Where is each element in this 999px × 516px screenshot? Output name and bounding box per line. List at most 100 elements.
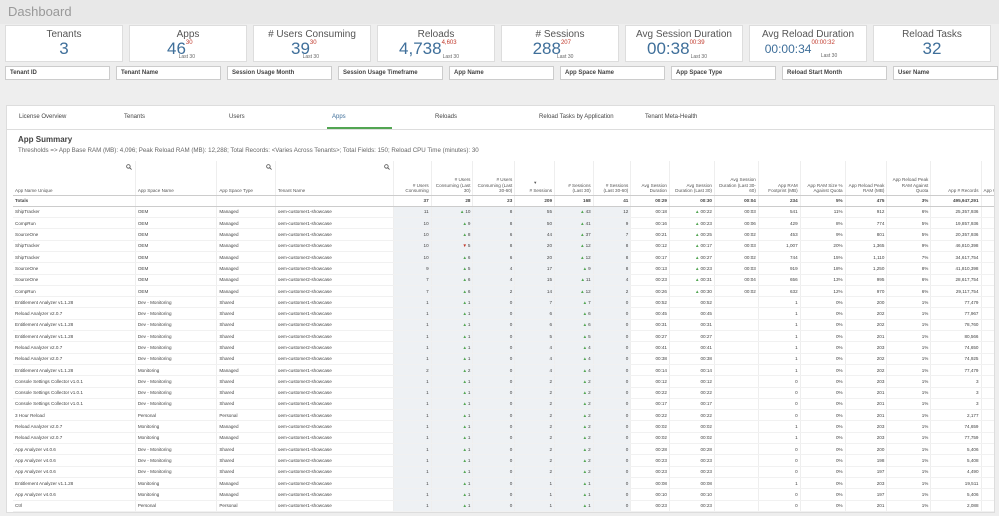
column-header--users-consuming-last-30-60-[interactable]: # Users Consuming (Last 30-60) bbox=[472, 161, 516, 196]
table-cell: ▲2 bbox=[554, 466, 594, 478]
column-header-app-records[interactable]: App # Records bbox=[930, 161, 982, 196]
column-header-app-reload-peak-ram-against-quota[interactable]: App Reload Peak RAM Against Quota bbox=[886, 161, 932, 196]
filter-bar: Tenant ID Tenant Name Session Usage Month S… bbox=[5, 66, 998, 81]
search-icon[interactable] bbox=[126, 164, 132, 170]
table-cell: 00:29 bbox=[630, 195, 670, 207]
table-cell: Personal bbox=[135, 409, 218, 422]
table-row[interactable]: App Analyzer v4.0.6 Dev - Monitoring Share… bbox=[13, 466, 994, 478]
kpi-tile[interactable]: Avg Reload Duration 00:00:3400:00:32 Last … bbox=[749, 25, 867, 62]
table-row[interactable]: Reload Analyzer v2.0.7 Dev - Monitoring Sh… bbox=[13, 307, 994, 320]
table-cell: ▲37 bbox=[554, 228, 594, 241]
table-row[interactable]: ShipTracker OEM Managed oem-customer3-showc… bbox=[13, 240, 994, 252]
table-cell: ▲1 bbox=[431, 375, 474, 388]
table-cell: 2 bbox=[514, 454, 556, 467]
filter-reload-start-month[interactable]: Reload Start Month bbox=[782, 66, 887, 80]
table-row[interactable]: Entitlement Analyzer v1.1.28 Dev - Monito… bbox=[13, 330, 994, 343]
tab-reloads[interactable]: Reloads bbox=[435, 114, 457, 120]
totals-row[interactable]: Totals 37 28 23 209 168 41 00:29 00:30 00:04 234 5%… bbox=[13, 195, 994, 207]
column-header-avg-session-duration-last-30-60-[interactable]: Avg Session Duration (Last 30-60) bbox=[714, 161, 759, 196]
trend-up-icon: ▲ bbox=[694, 277, 700, 283]
table-row[interactable]: CompRun OEM Managed oem-customer2-showcase 7… bbox=[13, 285, 994, 298]
kpi-tile[interactable]: Apps 4630Last 30 bbox=[129, 25, 247, 62]
trend-up-icon: ▲ bbox=[582, 401, 588, 407]
sort-descending-icon[interactable]: ▼ bbox=[533, 180, 537, 186]
table-row[interactable]: Entitlement Analyzer v1.1.28 Dev - Monito… bbox=[13, 319, 994, 332]
column-header-avg-session-duration-last-30-[interactable]: Avg Session Duration (Last 30) bbox=[669, 161, 715, 196]
column-header-avg-session-duration[interactable]: Avg Session Duration bbox=[630, 161, 670, 196]
tab-users[interactable]: Users bbox=[229, 114, 245, 120]
table-cell: Managed bbox=[216, 274, 276, 286]
column-header-app-ram-footprint-mb-[interactable]: App RAM Footprint (MB) bbox=[758, 161, 801, 196]
kpi-tile[interactable]: # Users Consuming 3930Last 30 bbox=[253, 25, 371, 62]
table-row[interactable]: SourceOne OEM Managed oem-customer1-showcas… bbox=[13, 228, 994, 241]
column-header--sessions-last-30-60-[interactable]: # Sessions (Last 30-60) bbox=[593, 161, 632, 196]
column-header-app-tables[interactable]: App # Tables bbox=[981, 161, 994, 196]
kpi-tile[interactable]: Tenants 3 bbox=[5, 25, 123, 62]
table-row[interactable]: App Analyzer v4.0.6 Dev - Monitoring Share… bbox=[13, 443, 994, 456]
table-row[interactable]: Console Settings Collector v1.0.1 Dev - M… bbox=[13, 375, 994, 388]
table-row[interactable]: Reload Analyzer v2.0.7 Monitoring Managed o… bbox=[13, 432, 994, 445]
table-row[interactable]: Entitlement Analyzer v1.1.28 Monitoring Ma… bbox=[13, 477, 994, 490]
table-cell: oem-customer1-showcase bbox=[275, 432, 395, 445]
table-cell: 00:06 bbox=[714, 217, 759, 230]
column-header-app-name-unique[interactable]: App Name Unique bbox=[13, 161, 136, 196]
table-row[interactable]: SourceOne OEM Managed oem-customer3-showcas… bbox=[13, 262, 994, 275]
filter-app-space-type[interactable]: App Space Type bbox=[671, 66, 776, 80]
table-row[interactable]: App Analyzer v4.0.6 Monitoring Managed oem-… bbox=[13, 488, 994, 501]
filter-app-name[interactable]: App Name bbox=[449, 66, 554, 80]
table-row[interactable]: Reload Analyzer v2.0.7 Dev - Monitoring Sh… bbox=[13, 341, 994, 354]
column-header-app-space-name[interactable]: App Space Name bbox=[135, 161, 218, 196]
column-header--users-consuming-last-30-[interactable]: # Users Consuming (Last 30) bbox=[431, 161, 474, 196]
table-row[interactable]: ShipTracker OEM Managed oem-customer2-showc… bbox=[13, 251, 994, 264]
table-cell: 0% bbox=[800, 364, 846, 377]
table-row[interactable]: App Analyzer v4.0.6 Dev - Monitoring Share… bbox=[13, 454, 994, 467]
tab-tenant-meta-health[interactable]: Tenant Meta-Health bbox=[645, 114, 697, 120]
column-header--users-consuming[interactable]: # Users Consuming bbox=[393, 161, 432, 196]
filter-tenant-name[interactable]: Tenant Name bbox=[116, 66, 221, 80]
tab-reload-tasks-by-application[interactable]: Reload Tasks by Application bbox=[539, 114, 614, 120]
filter-tenant-id[interactable]: Tenant ID bbox=[5, 66, 110, 80]
column-header-app-ram-size-against-quota[interactable]: App RAM Size % Against Quota bbox=[800, 161, 846, 196]
tab-apps[interactable]: Apps bbox=[332, 114, 346, 120]
kpi-tile[interactable]: Reloads 4,7384,603Last 30 bbox=[377, 25, 495, 62]
table-row[interactable]: 3 Hour Reload Personal Personal oem-custome… bbox=[13, 409, 994, 422]
table-row[interactable]: Reload Analyzer v2.0.7 Dev - Monitoring Sh… bbox=[13, 353, 994, 365]
kpi-tile[interactable]: Reload Tasks 32 bbox=[873, 25, 991, 62]
filter-user-name[interactable]: User Name bbox=[893, 66, 998, 80]
table-row[interactable]: Reload Analyzer v2.0.7 Monitoring Managed o… bbox=[13, 420, 994, 433]
table-row[interactable]: ShipTracker OEM Managed oem-customer1-showc… bbox=[13, 206, 994, 219]
table-cell: 0% bbox=[800, 319, 846, 332]
tab-tenants[interactable]: Tenants bbox=[124, 114, 145, 120]
table-cell: 8 bbox=[472, 206, 516, 219]
filter-app-space-name[interactable]: App Space Name bbox=[560, 66, 665, 80]
table-cell: 00:04 bbox=[714, 195, 759, 207]
table-cell: 0% bbox=[800, 477, 846, 490]
search-icon[interactable] bbox=[384, 164, 390, 170]
table-cell: ▲1 bbox=[431, 432, 474, 445]
filter-session-usage-month[interactable]: Session Usage Month bbox=[227, 66, 332, 80]
column-header--sessions[interactable]: # Sessions ▼ bbox=[514, 161, 556, 196]
kpi-tile[interactable]: # Sessions 288207Last 30 bbox=[501, 25, 619, 62]
table-row[interactable]: Ctrl Personal Personal oem-customer1-showca… bbox=[13, 500, 994, 512]
table-row[interactable]: SourceOne OEM Managed oem-customer2-showcas… bbox=[13, 274, 994, 286]
table-row[interactable]: Entitlement Analyzer v1.1.28 Monitoring Ma… bbox=[13, 364, 994, 377]
column-header-app-space-type[interactable]: App Space Type bbox=[216, 161, 276, 196]
column-header--sessions-last-30-[interactable]: # Sessions (Last 30) bbox=[554, 161, 594, 196]
column-header-tenant-name[interactable]: Tenant Name bbox=[275, 161, 395, 196]
table-row[interactable]: Entitlement Analyzer v1.1.28 Dev - Monito… bbox=[13, 296, 994, 309]
filter-session-usage-timeframe[interactable]: Session Usage Timeframe bbox=[338, 66, 443, 80]
table-cell: App Analyzer v4.0.6 bbox=[13, 454, 136, 467]
table-cell: 29,117,754 bbox=[930, 285, 982, 298]
table-row[interactable]: CompRun OEM Managed oem-customer1-showcase 1… bbox=[13, 217, 994, 230]
kpi-tile[interactable]: Avg Session Duration 00:3800:39Last 30 bbox=[625, 25, 743, 62]
column-header-app-reload-peak-ram-mb-[interactable]: App Reload Peak RAM (MB) bbox=[845, 161, 888, 196]
table-row[interactable]: Console Settings Collector v1.0.1 Dev - M… bbox=[13, 387, 994, 399]
search-icon[interactable] bbox=[266, 164, 272, 170]
table-cell: 14 bbox=[514, 285, 556, 298]
tab-license-overview[interactable]: License Overview bbox=[19, 114, 66, 120]
table-cell: 1 bbox=[393, 353, 432, 365]
trend-up-icon: ▲ bbox=[582, 367, 588, 373]
table-cell: 1 bbox=[981, 409, 994, 422]
table-cell: 202 bbox=[845, 319, 888, 332]
table-row[interactable]: Console Settings Collector v1.0.1 Dev - M… bbox=[13, 398, 994, 411]
